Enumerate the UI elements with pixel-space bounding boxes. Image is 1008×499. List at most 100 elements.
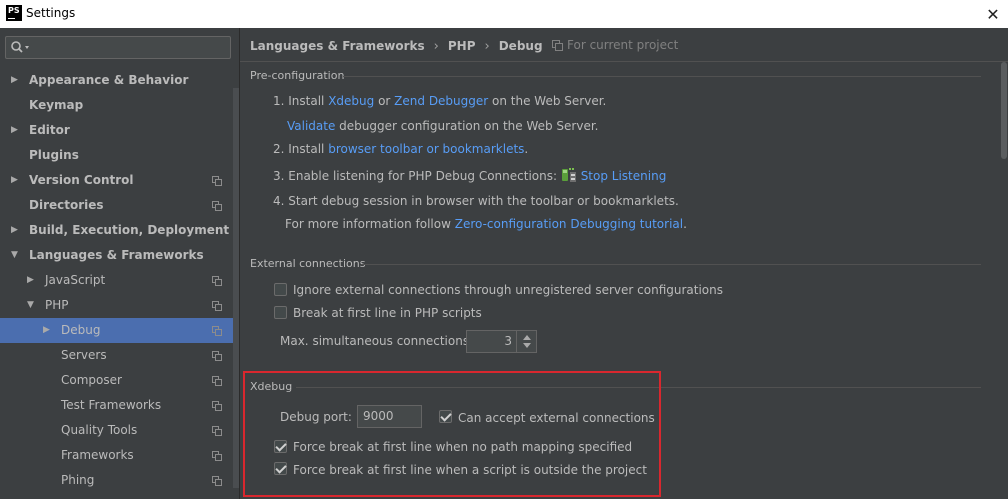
preconfig-step2: 2. Install browser toolbar or bookmarkle… — [273, 142, 528, 156]
sidebar-item-label: Editor — [29, 123, 70, 137]
breadcrumb-separator: › — [433, 38, 439, 54]
spinner-buttons[interactable] — [516, 331, 536, 352]
xdebug-link[interactable]: Xdebug — [328, 94, 374, 108]
project-scope-icon — [212, 351, 222, 361]
expanded-arrow-icon[interactable]: ▼ — [27, 293, 34, 318]
step1-prefix: 1. Install — [273, 94, 329, 108]
accept-external-checkbox[interactable] — [439, 410, 452, 423]
sidebar-item-label: Languages & Frameworks — [29, 248, 204, 262]
project-scope-icon — [212, 476, 222, 486]
sidebar-item-build-execution-deployment[interactable]: ▶ Build, Execution, Deployment — [0, 218, 239, 243]
collapsed-arrow-icon[interactable]: ▶ — [11, 218, 18, 243]
step1-or: or — [374, 94, 395, 108]
zero-config-tutorial-link[interactable]: Zero-configuration Debugging tutorial — [455, 217, 683, 231]
stop-listening-link[interactable]: Stop Listening — [581, 169, 667, 183]
max-connections-spinner[interactable]: 3 — [466, 330, 537, 353]
collapsed-arrow-icon[interactable]: ▶ — [11, 68, 18, 93]
sidebar-item-label: Servers — [61, 348, 107, 362]
main-scrollbar[interactable] — [1000, 62, 1008, 499]
force-break-no-mapping-checkbox[interactable] — [274, 440, 287, 453]
project-scope-icon — [212, 201, 222, 211]
project-scope-icon — [212, 276, 222, 286]
search-icon — [11, 41, 29, 53]
preconfig-step1: 1. Install Xdebug or Zend Debugger on th… — [273, 94, 606, 108]
main-panel: Languages & Frameworks › PHP › Debug For… — [240, 28, 1008, 499]
force-break-outside-checkbox[interactable] — [274, 462, 287, 475]
breadcrumb: Languages & Frameworks › PHP › Debug — [250, 37, 543, 55]
sidebar-item-version-control[interactable]: ▶ Version Control — [0, 168, 239, 193]
sidebar-item-javascript[interactable]: ▶ JavaScript — [0, 268, 239, 293]
debug-port-input[interactable]: 9000 — [357, 405, 422, 428]
sidebar-item-frameworks[interactable]: Frameworks — [0, 443, 239, 468]
sidebar-item-composer[interactable]: Composer — [0, 368, 239, 393]
xdebug-group-title: Xdebug — [250, 380, 293, 393]
sidebar-item-label: Frameworks — [61, 448, 134, 462]
sidebar-item-appearance-behavior[interactable]: ▶ Appearance & Behavior — [0, 68, 239, 93]
spinner-down-icon[interactable] — [523, 343, 531, 348]
project-scope-icon — [212, 176, 222, 186]
force-break-no-mapping-label[interactable]: Force break at first line when no path m… — [293, 440, 632, 454]
window-title: Settings — [26, 6, 76, 20]
sidebar-item-servers[interactable]: Servers — [0, 343, 239, 368]
sidebar-item-label: Composer — [61, 373, 122, 387]
phpstorm-app-icon: PS — [6, 5, 22, 21]
header-separator — [240, 61, 1008, 62]
sidebar-item-plugins[interactable]: Plugins — [0, 143, 239, 168]
sidebar-item-label: Quality Tools — [61, 423, 138, 437]
breadcrumb-languages-frameworks[interactable]: Languages & Frameworks — [250, 39, 425, 53]
sidebar-item-phing[interactable]: Phing — [0, 468, 239, 493]
project-scope-icon — [212, 426, 222, 436]
step2-suffix: . — [524, 142, 529, 156]
sidebar-item-label: Test Frameworks — [61, 398, 162, 412]
collapsed-arrow-icon[interactable]: ▶ — [11, 168, 18, 193]
more-info-prefix: For more information follow — [285, 217, 455, 231]
step1-suffix: on the Web Server. — [488, 94, 607, 108]
step3-prefix: 3. Enable listening for PHP Debug Connec… — [273, 169, 561, 183]
validate-link[interactable]: Validate — [287, 119, 335, 133]
force-break-outside-label[interactable]: Force break at first line when a script … — [293, 463, 647, 477]
search-input[interactable] — [5, 36, 231, 59]
break-first-line-label[interactable]: Break at first line in PHP scripts — [293, 306, 482, 320]
group-divider — [296, 387, 981, 388]
debug-port-label: Debug port: — [280, 410, 352, 424]
collapsed-arrow-icon[interactable]: ▶ — [27, 268, 34, 293]
ignore-external-checkbox[interactable] — [274, 283, 287, 296]
collapsed-arrow-icon[interactable]: ▶ — [43, 318, 50, 343]
project-scope-icon — [212, 401, 222, 411]
break-first-line-checkbox[interactable] — [274, 306, 287, 319]
zend-debugger-link[interactable]: Zend Debugger — [394, 94, 488, 108]
sidebar-item-php[interactable]: ▼ PHP — [0, 293, 239, 318]
breadcrumb-php[interactable]: PHP — [448, 39, 476, 53]
browser-toolbar-link[interactable]: browser toolbar or bookmarklets — [328, 142, 524, 156]
collapsed-arrow-icon[interactable]: ▶ — [11, 118, 18, 143]
preconfig-step3: 3. Enable listening for PHP Debug Connec… — [273, 167, 666, 183]
accept-external-label[interactable]: Can accept external connections — [458, 411, 655, 425]
breadcrumb-separator: › — [484, 38, 490, 54]
sidebar-item-label: Appearance & Behavior — [29, 73, 189, 87]
preconfig-step4: 4. Start debug session in browser with t… — [273, 194, 679, 208]
for-current-project-label: For current project — [567, 38, 679, 52]
sidebar-item-label: PHP — [45, 298, 69, 312]
more-info-suffix: . — [683, 217, 687, 231]
sidebar-item-debug[interactable]: ▶ Debug — [0, 318, 239, 343]
ignore-external-label[interactable]: Ignore external connections through unre… — [293, 283, 723, 297]
settings-sidebar: ▶ Appearance & Behavior Keymap ▶ Editor Plugi… — [0, 28, 239, 499]
sidebar-item-quality-tools[interactable]: Quality Tools — [0, 418, 239, 443]
breadcrumb-debug: Debug — [498, 39, 543, 53]
project-scope-icon — [212, 326, 222, 336]
sidebar-item-label: Keymap — [29, 98, 84, 112]
listening-phone-icon[interactable] — [561, 167, 577, 183]
sidebar-item-keymap[interactable]: Keymap — [0, 93, 239, 118]
sidebar-item-test-frameworks[interactable]: Test Frameworks — [0, 393, 239, 418]
spinner-up-icon[interactable] — [523, 335, 531, 340]
close-button[interactable]: ✕ — [978, 0, 1008, 28]
app-icon-text: PS — [8, 6, 20, 15]
max-connections-value[interactable]: 3 — [504, 334, 512, 348]
sidebar-item-languages-frameworks[interactable]: ▼ Languages & Frameworks — [0, 243, 239, 268]
scrollbar-thumb[interactable] — [1001, 62, 1007, 159]
sidebar-item-editor[interactable]: ▶ Editor — [0, 118, 239, 143]
for-current-project: For current project — [552, 38, 678, 52]
preconfig-validate: Validate debugger configuration on the W… — [287, 119, 599, 133]
sidebar-item-directories[interactable]: Directories — [0, 193, 239, 218]
expanded-arrow-icon[interactable]: ▼ — [11, 243, 18, 268]
